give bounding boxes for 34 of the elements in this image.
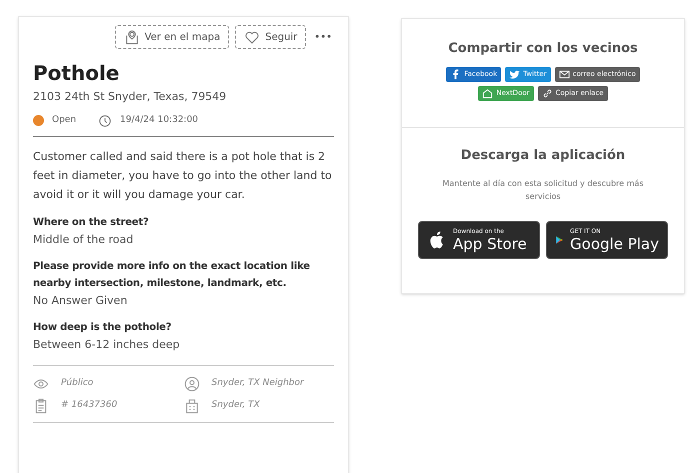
answer-text: No Answer Given	[33, 292, 128, 308]
meta-text: Público	[61, 376, 94, 390]
building-icon	[184, 398, 200, 414]
envelope-icon	[558, 68, 570, 80]
store-name: App Store	[453, 236, 527, 252]
question-label: Where on the street?	[33, 216, 150, 230]
clock-icon	[98, 114, 112, 128]
address: 2103 24th St Snyder, Texas, 79549	[33, 89, 228, 105]
app-title: Descarga la aplicación	[460, 146, 626, 164]
clipboard-icon	[33, 398, 49, 414]
user-icon	[184, 376, 200, 392]
map-button[interactable]: Ver en el mapa	[114, 25, 230, 49]
meta-text: Snyder, TX	[212, 398, 260, 412]
follow-button[interactable]: Seguir	[235, 25, 306, 49]
answer-text: Between 6-12 inches deep	[33, 336, 181, 352]
status-label: Open	[52, 114, 76, 127]
meta-text: Snyder, TX Neighbor	[212, 376, 304, 390]
store-name: Google Play	[570, 236, 659, 252]
timestamp: 19/4/24 10:32:00	[120, 114, 198, 127]
question-label: Please provide more info on the exact location like nearby intersection, milestone, landmark, etc.	[33, 260, 311, 290]
house-icon	[482, 88, 494, 98]
bird-icon	[509, 68, 520, 80]
facebook-icon	[450, 68, 462, 80]
request-title: Pothole	[33, 61, 120, 86]
question-label: How deep is the pothole?	[33, 320, 172, 334]
meta-text: # 16437360	[61, 398, 118, 412]
more-button[interactable]: •••	[312, 30, 334, 44]
answer-text: Middle of the road	[33, 232, 134, 248]
heart-icon	[244, 29, 260, 45]
link-icon	[542, 88, 553, 98]
app-description: Mantente al día con esta solicitud y descubre más servicios	[442, 178, 644, 203]
description: Customer called and said there is a pot hole that is 2 feet in diameter, you have to go into the other land to avoid it or it will you damage your car.	[33, 148, 333, 202]
share-title: Compartir con los vecinos	[448, 40, 638, 58]
map-pin-icon	[124, 29, 140, 45]
